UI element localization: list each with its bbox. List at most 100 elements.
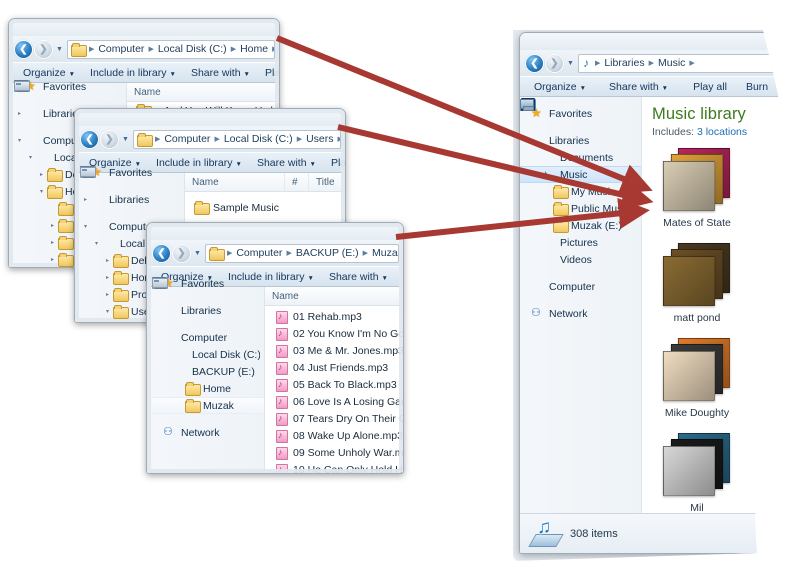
address-bar[interactable]: ❮ ❯ ▼ ♪ ▶ Libraries ▶ Music ▶ [520, 50, 802, 76]
tree-item-favorites[interactable]: ★ Favorites [520, 105, 641, 122]
tree-item-home[interactable]: Home [152, 380, 264, 397]
column-header-number[interactable]: # [285, 173, 309, 191]
title-bar[interactable] [9, 19, 279, 36]
chevron-right-icon[interactable]: ▸ [14, 110, 25, 117]
back-arrow-icon[interactable]: ❮ [81, 130, 98, 148]
chevron-right-icon[interactable]: ▸ [102, 274, 113, 281]
library-content-pane[interactable]: Music library Includes: 3 locations Mate… [642, 97, 802, 554]
chevron-down-icon[interactable]: ▼ [193, 250, 202, 257]
breadcrumb-item[interactable]: Local Disk (C:) [223, 133, 294, 145]
breadcrumb-item[interactable]: Users [305, 133, 334, 145]
breadcrumb-item[interactable]: Computer [163, 133, 211, 145]
tree-item-computer[interactable]: Computer [152, 329, 264, 346]
tree-w3[interactable]: ★ Favorites Libraries Computer Local Disk… [152, 275, 264, 471]
toolbar-share-with[interactable]: Share with ▼ [323, 269, 397, 285]
chevron-down-icon[interactable]: ▼ [55, 46, 64, 53]
tree-item-muzak-e[interactable]: Muzak (E:) [520, 217, 641, 234]
column-header-name[interactable]: Name [127, 83, 279, 101]
breadcrumb-item[interactable]: Local Disk (C:) [157, 43, 228, 55]
chevron-right-icon[interactable]: ▸ [47, 239, 58, 246]
toolbar-share-with[interactable]: Share with ▼ [251, 155, 325, 171]
chevron-down-icon[interactable]: ▼ [566, 60, 575, 67]
list-item[interactable]: 10 He Can Only Hold Her.mp [265, 461, 403, 473]
file-list[interactable]: Sample Music [185, 192, 345, 216]
toolbar-organize[interactable]: Organize ▼ [528, 79, 595, 95]
toolbar-burn[interactable]: Burn [736, 79, 777, 95]
explorer-window-music-library[interactable]: ❮ ❯ ▼ ♪ ▶ Libraries ▶ Music ▶ Organize ▼ … [513, 18, 802, 567]
file-list[interactable]: 01 Rehab.mp3 02 You Know I'm No Good.m 03 … [265, 306, 403, 473]
tree-item-local-disk-c[interactable]: Local Disk (C:) [152, 346, 264, 363]
list-item[interactable]: 05 Back To Black.mp3 [265, 376, 403, 393]
forward-arrow-icon[interactable]: ❯ [101, 130, 118, 148]
breadcrumb-item[interactable]: BACKUP (E:) [295, 247, 360, 259]
tree-item-muzak[interactable]: Muzak [152, 397, 264, 414]
column-header-name[interactable]: Name [265, 287, 403, 305]
tree-item-pictures[interactable]: Pictures [520, 234, 641, 251]
list-item[interactable]: 04 Just Friends.mp3 [265, 359, 403, 376]
breadcrumb[interactable]: ▶ Computer ▶ BACKUP (E:) ▶ Muzak [204, 243, 399, 263]
file-list-pane[interactable]: Name 01 Rehab.mp3 02 You Know I'm No Good… [265, 287, 403, 473]
tree-item-network[interactable]: ⚇ Network [520, 305, 641, 322]
column-headers[interactable]: Name [127, 83, 279, 102]
locations-link[interactable]: 3 locations [697, 126, 747, 138]
chevron-right-icon[interactable]: ▸ [80, 196, 91, 203]
tree-item-favorites[interactable]: ★ Favorites [152, 275, 264, 292]
tree-item-music[interactable]: ♪ Music [520, 166, 641, 183]
toolbar-play-all[interactable]: Play all [325, 155, 345, 171]
album-item[interactable]: matt pond [652, 243, 742, 324]
breadcrumb-item[interactable]: Muzak [371, 247, 398, 259]
list-item[interactable]: 06 Love Is A Losing Game.mp [265, 393, 403, 410]
tree-item-my-music[interactable]: My Music [520, 183, 641, 200]
chevron-right-icon[interactable]: ▸ [36, 171, 47, 178]
album-item[interactable]: Mike Doughty [652, 338, 742, 419]
chevron-right-icon[interactable]: ▸ [102, 291, 113, 298]
forward-arrow-icon[interactable]: ❯ [173, 244, 190, 262]
chevron-right-icon[interactable]: ▸ [47, 222, 58, 229]
toolbar-share-with[interactable]: Share with ▼ [595, 79, 677, 95]
toolbar-share-with[interactable]: Share with ▼ [185, 65, 259, 81]
chevron-down-icon[interactable]: ▾ [80, 223, 91, 230]
back-arrow-icon[interactable]: ❮ [526, 55, 543, 72]
list-item[interactable]: 03 Me & Mr. Jones.mp3 [265, 342, 403, 359]
chevron-down-icon[interactable]: ▼ [121, 136, 130, 143]
tree-item-libraries[interactable]: Libraries [520, 132, 641, 149]
forward-arrow-icon[interactable]: ❯ [35, 40, 52, 58]
address-bar[interactable]: ❮ ❯ ▼ ▶ Computer ▶ Local Disk (C:) ▶ Use… [75, 126, 345, 152]
breadcrumb[interactable]: ▶ Computer ▶ Local Disk (C:) ▶ Users ▶ P… [132, 129, 341, 149]
list-item[interactable]: Sample Music [185, 199, 345, 216]
album-item[interactable]: Mates of State [652, 148, 742, 229]
breadcrumb[interactable]: ▶ Computer ▶ Local Disk (C:) ▶ Home ▶ My… [66, 39, 275, 59]
chevron-down-icon[interactable]: ▾ [25, 154, 36, 161]
toolbar[interactable]: Organize ▼ Share with ▼ Play all Burn [520, 76, 802, 97]
breadcrumb[interactable]: ♪ ▶ Libraries ▶ Music ▶ [578, 54, 802, 73]
list-item[interactable]: 07 Tears Dry On Their Own.m [265, 410, 403, 427]
tree-item-videos[interactable]: Videos [520, 251, 641, 268]
address-bar[interactable]: ❮ ❯ ▼ ▶ Computer ▶ Local Disk (C:) ▶ Hom… [9, 36, 279, 62]
chevron-down-icon[interactable]: ▾ [36, 188, 47, 195]
back-arrow-icon[interactable]: ❮ [153, 244, 170, 262]
chevron-down-icon[interactable]: ▾ [14, 137, 25, 144]
breadcrumb-item[interactable]: Computer [97, 43, 145, 55]
album-grid[interactable]: Mates of Statematt pondMike DoughtyMilNe… [642, 142, 802, 554]
address-bar[interactable]: ❮ ❯ ▼ ▶ Computer ▶ BACKUP (E:) ▶ Muzak [147, 240, 403, 266]
tree-item-public-music[interactable]: Public Music [520, 200, 641, 217]
list-item[interactable]: 01 Rehab.mp3 [265, 308, 403, 325]
chevron-down-icon[interactable]: ▾ [102, 308, 113, 315]
tree-item-libraries[interactable]: ▸ Libraries [80, 191, 180, 208]
column-header-name[interactable]: Name [185, 173, 285, 191]
title-bar[interactable] [147, 223, 403, 240]
toolbar-play-all[interactable]: Play all [259, 65, 279, 81]
forward-arrow-icon[interactable]: ❯ [546, 55, 563, 72]
tree-item-documents[interactable]: Documents [520, 149, 641, 166]
list-item[interactable]: 08 Wake Up Alone.mp3 [265, 427, 403, 444]
list-item[interactable]: 09 Some Unholy War.mp3 [265, 444, 403, 461]
column-header-title[interactable]: Title [309, 173, 345, 191]
tree-item-computer[interactable]: Computer [520, 278, 641, 295]
chevron-down-icon[interactable]: ▾ [91, 240, 102, 247]
tree-item-favorites[interactable]: ▸ ★ Favorites [14, 78, 122, 95]
tree-item-backup-e[interactable]: BACKUP (E:) [152, 363, 264, 380]
list-item[interactable]: 02 You Know I'm No Good.m [265, 325, 403, 342]
column-headers[interactable]: Name # Title [185, 173, 345, 192]
breadcrumb-item[interactable]: Computer [235, 247, 283, 259]
album-item[interactable]: Mil [652, 433, 742, 514]
